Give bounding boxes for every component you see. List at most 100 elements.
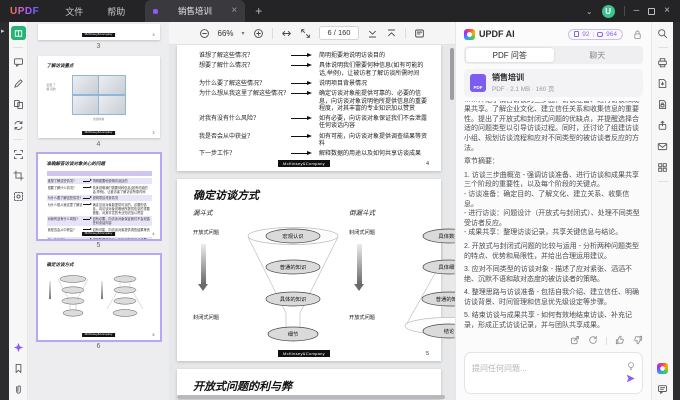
zoom-caret-icon[interactable]: ▾ [242,30,245,37]
mckinsey-logo: McKinsey&Company [82,333,116,337]
fit-width-button[interactable] [281,28,292,39]
page-title: 确定访谈方式 [193,187,427,203]
email-icon[interactable] [656,139,670,153]
comment-icon[interactable] [11,55,25,69]
pages-scroll-area[interactable]: 谁想了解这些情况?简明扼要地说明访谈目的想要了解什么情况?具体说明我们需要何种信… [169,45,455,400]
edit-icon[interactable] [11,76,25,90]
tab-close-icon[interactable]: × [231,6,237,16]
document-tab[interactable]: 销售培训 × [145,0,245,22]
ai-message-actions [464,334,643,348]
feedback-icon[interactable] [656,382,670,396]
organize-pages-icon[interactable] [11,97,25,111]
document-file-card[interactable]: PDF 销售培训 PDF · 2.1 MB · 160 页 [464,69,643,97]
screenshot-icon[interactable] [11,189,25,203]
input-placeholder: 提问任何问题... [472,364,527,373]
tab-chat[interactable]: 聊天 [554,48,642,62]
thumbnail-panel: McKinsey&Company 3 3 了解访谈重点 宏观 了解 目的 访谈内… [28,22,169,400]
attachment-icon[interactable] [11,382,25,396]
thumbs-down-icon[interactable] [633,332,643,350]
menu-help[interactable]: 帮助 [95,5,137,18]
expand-panel-icon[interactable]: ▸ [1,27,5,35]
doc-quota-icon [574,31,579,37]
quadrant-matrix [72,75,126,115]
tab-doc-icon [153,9,158,14]
svg-text:具体数据: 具体数据 [438,232,455,240]
page-down-button[interactable] [367,28,378,39]
thumbs-up-icon[interactable] [615,332,625,350]
left-tool-rail [9,22,28,400]
thumbnail-qa-row: 为什么要了解这些情况?说明项目背景情况 [47,195,152,201]
thumbnail-number: 6 [28,343,169,350]
thumbnail-page-5[interactable]: 准确解答访谈对象关心的问题 谁想了解这些情况?简明扼要地说明访谈目的想要了解什么… [38,154,160,239]
sticker-icon[interactable] [656,361,670,375]
print-icon[interactable] [656,55,670,69]
view-options-button[interactable] [414,28,425,39]
ai-quota-badge[interactable]: 92 | 964 [568,29,623,40]
close-button[interactable]: × [664,6,670,16]
pdf-file-icon: PDF [470,74,486,92]
pdf-viewer: 66% ▾ 6 / 160 谁想了解这些情况?简明扼要地说明访谈目的想要了解什么… [169,22,455,400]
updf-window: UPDF 文件 帮助 销售培训 × + ⌄ U – × ▸ [0,0,680,400]
thumbnail-page-6[interactable]: 确定访谈方式 [38,255,160,340]
page-number: 5 [426,351,429,357]
page-up-button[interactable] [386,28,397,39]
send-icon[interactable] [625,371,636,389]
svg-text:普通的知识: 普通的知识 [436,295,455,303]
mckinsey-logo: McKinsey&Company [278,160,330,167]
thumbnail-page-4[interactable]: 了解访谈重点 宏观 了解 目的 访谈内容 McKinsey&Company 3 [38,56,160,138]
bookmark-icon[interactable] [11,361,25,375]
menu-file[interactable]: 文件 [53,5,95,18]
thumbnail-number: 3 [28,43,169,50]
vertical-scrollbar[interactable] [450,48,454,100]
thumbnail-qa-row: 想要了解什么情况?具体说明我们需要何种信息(如有可能的话,举例)，让被访者了解访… [47,185,152,195]
search-icon[interactable] [656,26,670,40]
thumbnail-number: 4 [28,141,169,148]
mckinsey-logo: McKinsey&Company [82,131,116,135]
maximize-button[interactable] [648,8,655,15]
thumbnail-title: 了解访谈重点 [47,63,160,69]
user-avatar[interactable]: U [602,5,615,18]
ocr-icon[interactable] [11,147,25,161]
minimize-button[interactable]: – [634,6,640,16]
zoom-out-button[interactable] [199,28,210,39]
thumbnail-title: 确定访谈方式 [47,262,160,268]
question-answer-row: 下一步工作?解释数据的用途以及如何共享访谈成果 [199,150,429,157]
mckinsey-logo: McKinsey&Company [278,350,330,357]
horizontal-scrollbar[interactable] [177,395,445,399]
convert-icon[interactable] [11,118,25,132]
question-answer-row: 为什么要了解这些情况?说明项目背景情况 [199,80,429,87]
zoom-level[interactable]: 66% [218,29,234,38]
ai-assistant-icon[interactable] [11,340,25,354]
apps-icon[interactable] [656,160,670,174]
svg-text:结论: 结论 [444,327,455,335]
crop-icon[interactable] [11,168,25,182]
reader-mode-icon[interactable] [11,26,26,40]
export-icon[interactable] [570,332,580,350]
share-icon[interactable] [656,118,670,132]
doc-protect-icon[interactable] [656,97,670,111]
ai-question-input[interactable]: 提问任何问题... [464,352,643,394]
gradient-arrow [357,244,362,284]
fit-page-button[interactable] [300,28,311,39]
page-title: 开放式问题的利与弊 [193,378,441,394]
page-indicator[interactable]: 6 / 160 [319,26,360,40]
regenerate-icon[interactable] [588,332,598,350]
file-meta: PDF · 2.1 MB · 160 页 [492,84,554,93]
page-number: 4 [426,161,429,167]
tab-pdf-qa[interactable]: PDF 问答 [466,48,554,62]
funnel-diagram-right: 倒漏斗式 封闭式问题 开放式问题 [349,207,455,349]
viewer-toolbar: 66% ▾ 6 / 160 [169,22,455,45]
collapsed-panel-edge: ▸ [0,22,9,400]
question-answer-row: 想要了解什么情况?具体说明我们需要何种信息(如有可能的话,举例)，让被访者了解访… [199,62,429,76]
chat-quota-icon [597,32,603,37]
svg-text:普通的知识: 普通的知识 [280,263,307,271]
ai-panel-title: UPDF AI [479,29,515,39]
new-tab-button[interactable]: + [255,4,262,18]
zoom-in-button[interactable] [253,28,264,39]
lock-icon[interactable] [632,29,643,40]
save-icon[interactable] [656,76,670,90]
titlebar-chevron-down-icon[interactable]: ⌄ [586,7,593,16]
thumbnail-page-3[interactable]: McKinsey&Company 3 [38,24,160,40]
updf-logo: UPDF [10,6,39,17]
thumbnail-title: 准确解答访谈对象关心的问题 [47,161,160,167]
